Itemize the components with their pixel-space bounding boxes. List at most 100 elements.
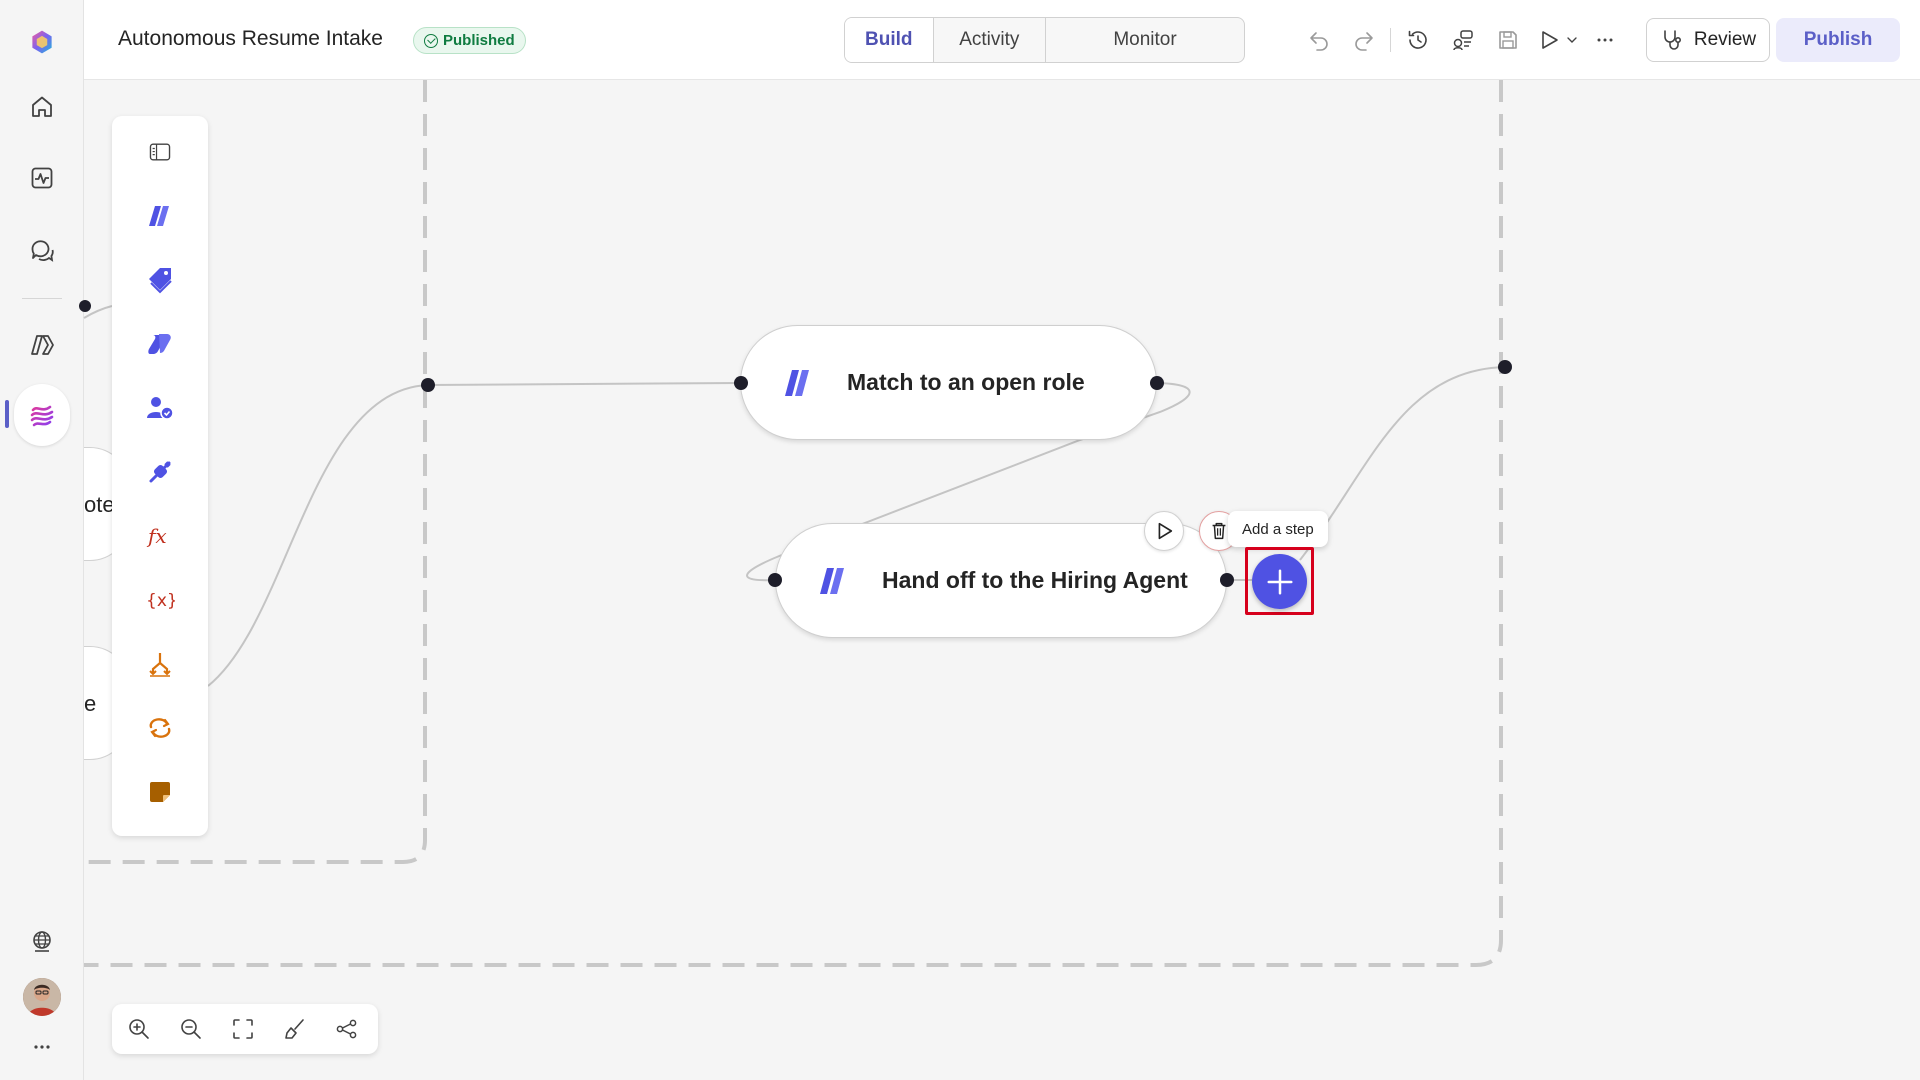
review-button[interactable]: Review (1646, 18, 1770, 62)
agent-icon (149, 206, 169, 226)
avatar[interactable] (23, 978, 61, 1016)
add-step-tooltip: Add a step (1228, 511, 1328, 547)
palette-tag[interactable] (136, 256, 184, 304)
save-icon (1499, 31, 1517, 49)
svg-text:fx: fx (146, 524, 167, 548)
palette-condition[interactable] (136, 640, 184, 688)
variable-icon: {x} (146, 591, 175, 611)
zoom-out-button[interactable] (178, 1016, 204, 1042)
edge-add-to-exit (1299, 366, 1506, 561)
palette-human-review[interactable] (136, 384, 184, 432)
agent-icon (820, 567, 844, 594)
left-rail (0, 0, 84, 1080)
copilot-logo[interactable] (17, 17, 67, 67)
copilot-icon (148, 334, 171, 354)
copilot-logo-icon (32, 30, 52, 54)
node-label: Match to an open role (847, 369, 1085, 395)
canvas-controls (112, 1004, 378, 1054)
tab-activity[interactable]: Activity (934, 18, 1046, 62)
view-tabs: Build Activity Monitor (844, 17, 1245, 63)
connections-icon (1453, 30, 1473, 51)
test-step-button[interactable] (1144, 511, 1184, 551)
port-group-outer-exit (1498, 360, 1512, 374)
note-icon (150, 782, 170, 802)
node-label: Hand off to the Hiring Agent (882, 567, 1188, 593)
undo-button[interactable] (1303, 24, 1335, 56)
loop-icon (149, 718, 171, 738)
node-match-open-role[interactable]: Match to an open role (740, 325, 1157, 440)
chat-icon (31, 240, 54, 262)
home-button[interactable] (17, 82, 67, 132)
more-icon (1597, 38, 1613, 42)
zoom-in-icon (129, 1019, 149, 1039)
partial-node-upper-text: ote (84, 492, 115, 517)
globe-icon (33, 931, 51, 952)
agents-button[interactable] (17, 320, 67, 370)
palette-note[interactable] (136, 768, 184, 816)
trash-icon (1212, 522, 1226, 540)
agents-icon (31, 335, 54, 355)
palette-agent[interactable] (136, 192, 184, 240)
rail-divider (22, 298, 62, 299)
save-button[interactable] (1492, 24, 1524, 56)
check-circle-icon (424, 33, 438, 48)
palette-variable[interactable]: {x} (136, 576, 184, 624)
top-bar: Autonomous Resume Intake Published Build… (84, 0, 1920, 80)
port-match-out[interactable] (1150, 376, 1164, 390)
palette-loop[interactable] (136, 704, 184, 752)
clean-up-button[interactable] (282, 1016, 308, 1042)
toolbar-divider (1390, 28, 1391, 52)
play-icon (1158, 522, 1173, 540)
globe-button[interactable] (17, 916, 67, 966)
more-options-button[interactable] (1589, 24, 1621, 56)
activity-button[interactable] (17, 153, 67, 203)
status-badge-label: Published (443, 32, 515, 49)
add-step-button[interactable] (1252, 554, 1307, 609)
flows-icon (30, 405, 54, 427)
tab-build[interactable]: Build (845, 18, 934, 62)
home-icon (32, 96, 52, 117)
redo-button[interactable] (1348, 24, 1380, 56)
layout-icon (336, 1019, 357, 1039)
layout-button[interactable] (334, 1016, 360, 1042)
publish-button[interactable]: Publish (1776, 18, 1900, 62)
palette-connector[interactable] (136, 448, 184, 496)
edge-palette-to-group (207, 384, 429, 687)
step-palette: fx {x} (112, 116, 208, 836)
human-review-icon (147, 397, 174, 420)
fit-view-button[interactable] (230, 1016, 256, 1042)
tab-monitor[interactable]: Monitor (1046, 18, 1244, 62)
palette-formula[interactable]: fx (136, 512, 184, 560)
zoom-out-icon (181, 1019, 201, 1039)
run-options-button[interactable] (1562, 24, 1582, 56)
stethoscope-icon (1664, 30, 1681, 50)
agent-icon (785, 369, 809, 396)
flows-button[interactable] (17, 390, 67, 440)
redo-icon (1355, 32, 1373, 51)
palette-toggle[interactable] (136, 128, 184, 176)
rail-more-button[interactable] (17, 1022, 67, 1072)
connections-button[interactable] (1447, 24, 1479, 56)
review-button-label: Review (1693, 29, 1757, 50)
port-handoff-out[interactable] (1220, 573, 1234, 587)
more-icon (34, 1045, 50, 1049)
connector-icon (149, 461, 171, 483)
partial-node-lower-text: e (84, 691, 97, 716)
history-icon (1408, 30, 1427, 49)
plus-icon (1267, 569, 1292, 594)
chat-button[interactable] (17, 225, 67, 275)
port-match-in[interactable] (734, 376, 748, 390)
edge-group-to-match (427, 382, 741, 386)
zoom-in-button[interactable] (126, 1016, 152, 1042)
condition-icon (149, 653, 171, 677)
chevron-down-icon (1567, 37, 1577, 43)
panel-toggle-icon (149, 143, 171, 161)
tag-icon (149, 268, 172, 294)
run-button[interactable] (1533, 24, 1565, 56)
history-button[interactable] (1402, 24, 1434, 56)
port-handoff-in[interactable] (768, 573, 782, 587)
palette-copilot[interactable] (136, 320, 184, 368)
activity-icon (31, 167, 53, 189)
clean-up-icon (285, 1019, 304, 1039)
play-icon (1542, 31, 1558, 49)
